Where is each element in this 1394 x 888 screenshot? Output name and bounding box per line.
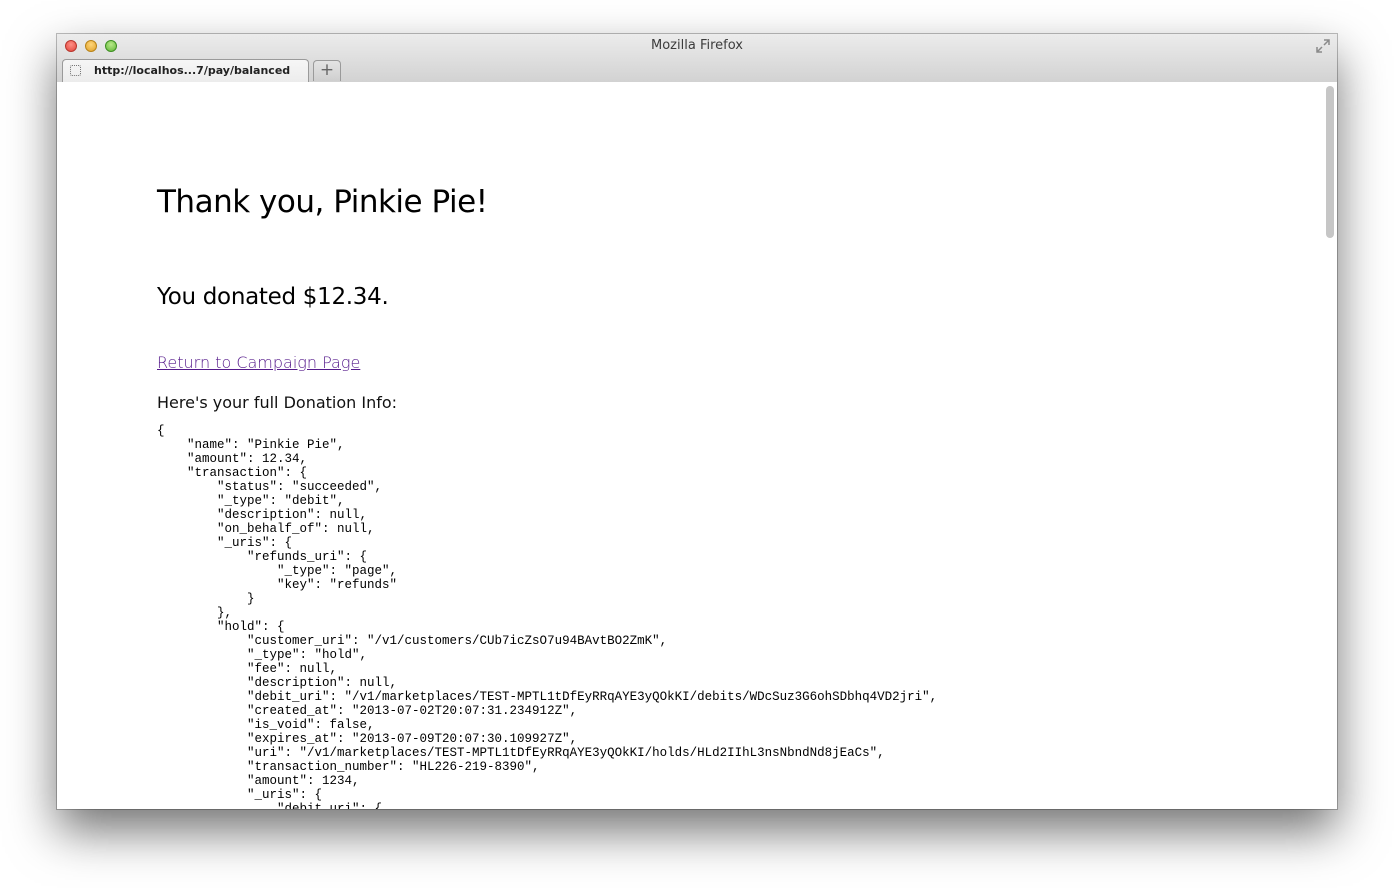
title-bar: Mozilla Firefox http://localhos...7/pay/… <box>57 34 1337 83</box>
browser-window: Mozilla Firefox http://localhos...7/pay/… <box>57 34 1337 809</box>
page-title: Thank you, Pinkie Pie! <box>157 184 488 220</box>
donation-info-json: { "name": "Pinkie Pie", "amount": 12.34,… <box>157 424 938 809</box>
window-title: Mozilla Firefox <box>651 38 743 53</box>
return-to-campaign-link[interactable]: Return to Campaign Page <box>157 353 360 372</box>
vertical-scrollbar[interactable] <box>1326 86 1334 238</box>
tab-active[interactable]: http://localhos...7/pay/balanced <box>62 59 309 82</box>
tab-label: http://localhos...7/pay/balanced <box>94 64 291 77</box>
blank-page-icon <box>70 65 81 76</box>
new-tab-button[interactable]: + <box>313 60 341 81</box>
page-content[interactable]: Thank you, Pinkie Pie! You donated $12.3… <box>57 82 1337 809</box>
fullscreen-icon[interactable] <box>1315 38 1331 54</box>
donation-amount: You donated $12.34. <box>157 284 389 310</box>
donation-info-label: Here's your full Donation Info: <box>157 393 398 412</box>
